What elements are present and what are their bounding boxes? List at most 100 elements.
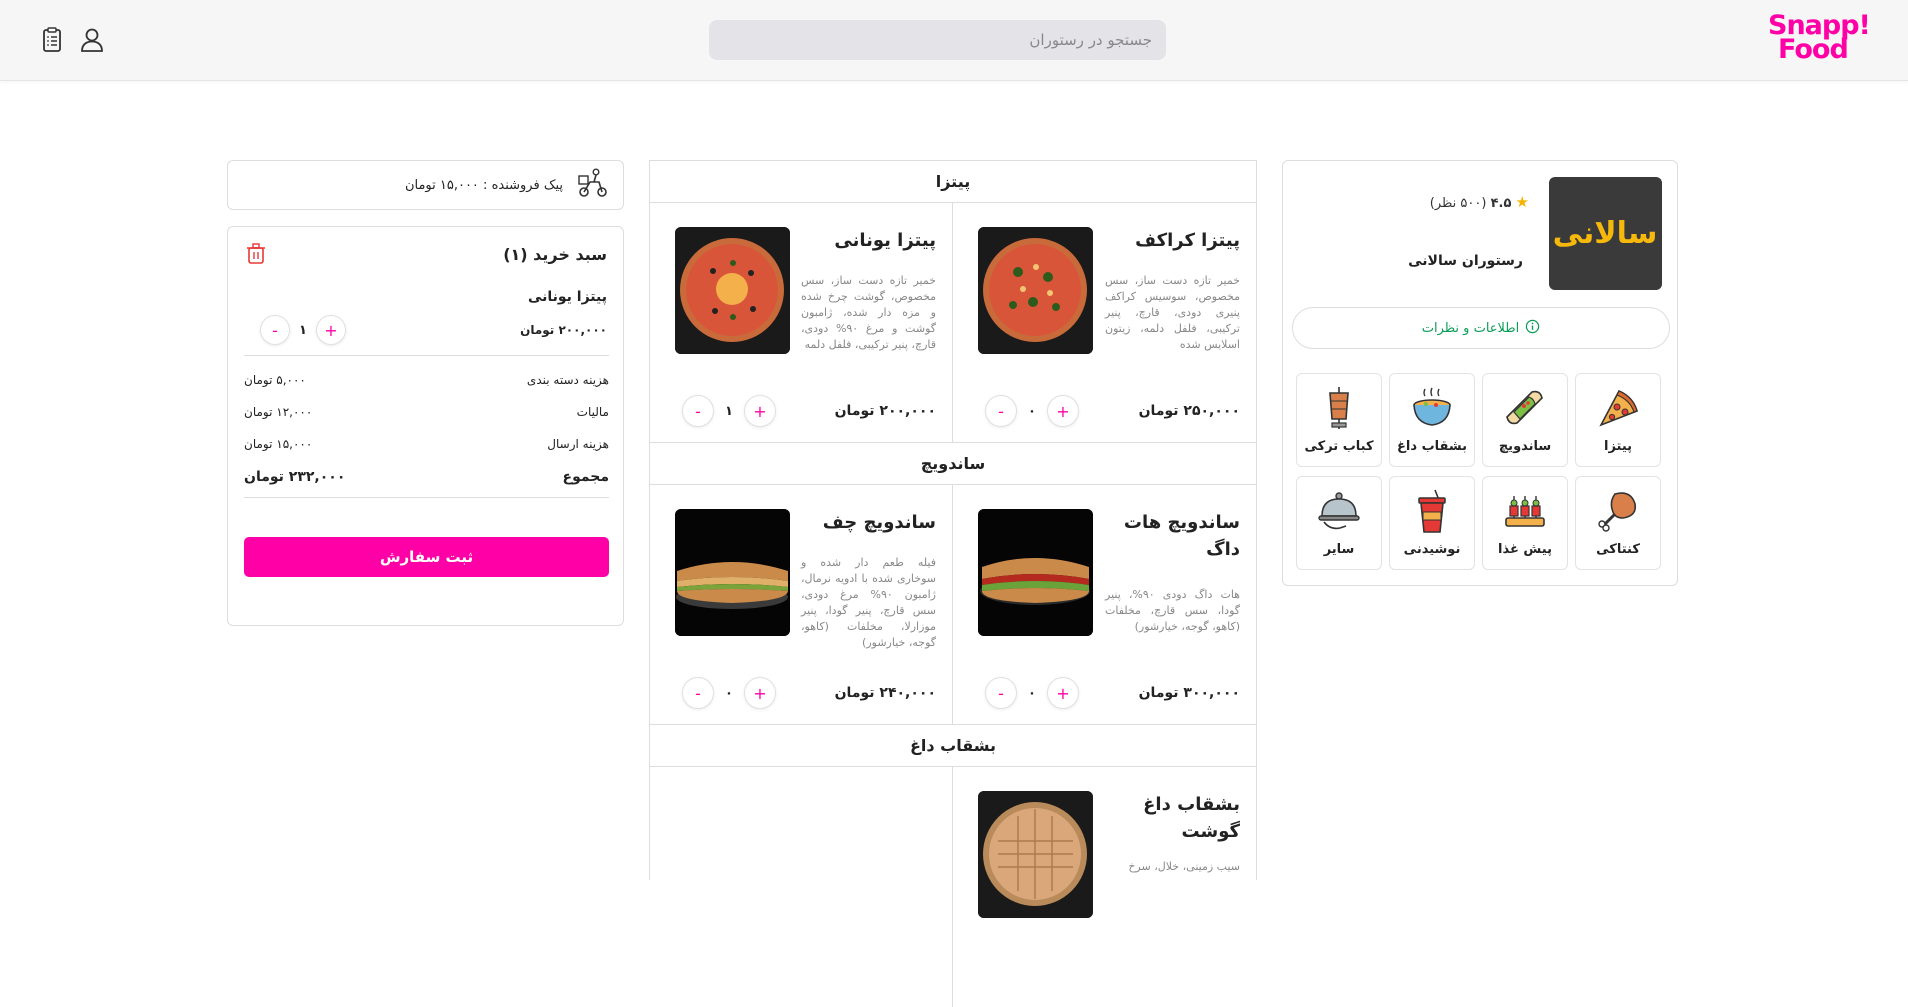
category-label: نوشیدنی (1403, 542, 1461, 557)
trash-icon[interactable] (246, 243, 266, 265)
item-image[interactable] (675, 509, 790, 636)
snappfood-logo[interactable]: Snapp! Food (1768, 12, 1871, 68)
orders-icon[interactable] (38, 26, 66, 54)
item-image[interactable] (978, 227, 1093, 354)
menu-item: ساندویچ هات داگ هات داگ دودی ۹۰%، پنیر گ… (953, 485, 1256, 725)
total-value: ۲۳۲,۰۰۰ تومان (244, 469, 346, 485)
item-price: ۲۴۰,۰۰۰ تومان (834, 685, 936, 701)
hot-plate-icon (1413, 387, 1451, 426)
fee-row: هزینه دسته بندی ۵,۰۰۰ تومان (244, 373, 609, 387)
quantity-stepper: - ۰ + (985, 677, 1079, 709)
fee-row: مالیات ۱۲,۰۰۰ تومان (244, 405, 609, 419)
drink-icon (1418, 489, 1446, 533)
quantity-value: ۰ (725, 685, 733, 701)
restaurant-logo: سالانی (1549, 177, 1662, 290)
section-title: بشقاب داغ (650, 725, 1256, 767)
review-count: (۵۰۰ نظر) (1429, 196, 1487, 211)
increase-button[interactable]: + (1047, 677, 1079, 709)
divider (244, 497, 609, 498)
logo-line-2: Food (1778, 34, 1849, 65)
info-button-label: اطلاعات و نظرات (1421, 320, 1520, 336)
restaurant-panel: سالانی ★ ۴.۵ (۵۰۰ نظر) رستوران سالانی اط… (1282, 160, 1678, 586)
menu-row: بشقاب داغ گوشت سیب زمینی، خلال، سرخ (650, 767, 1256, 1007)
category-drink[interactable]: نوشیدنی (1389, 476, 1475, 570)
cloche-icon (1318, 492, 1360, 530)
top-bar: Snapp! Food (0, 0, 1908, 81)
user-icon[interactable] (78, 26, 106, 54)
category-grid: پیتزا ساندویچ بشقاب داغ کباب ترکی کنتاکی… (1296, 373, 1661, 570)
category-sandwich[interactable]: ساندویچ (1482, 373, 1568, 467)
category-appetizer[interactable]: پیش غذا (1482, 476, 1568, 570)
quantity-value: ۰ (1028, 403, 1036, 419)
item-price: ۳۰۰,۰۰۰ تومان (1138, 685, 1240, 701)
category-other[interactable]: سایر (1296, 476, 1382, 570)
fee-value: ۱۲,۰۰۰ تومان (244, 405, 313, 419)
quantity-value: ۰ (1028, 685, 1036, 701)
fee-label: هزینه دسته بندی (526, 373, 609, 387)
category-label: پیتزا (1603, 439, 1633, 454)
menu-item: ساندویچ چف فیله طعم دار شده و سوخاری شده… (650, 485, 953, 725)
section-title: ساندویچ (650, 443, 1256, 485)
total-label: مجموع (562, 469, 609, 485)
divider (244, 355, 609, 356)
cart-quantity-stepper: + ۱ - (260, 315, 346, 345)
item-image[interactable] (675, 227, 790, 354)
restaurant-logo-text: سالانی (1553, 216, 1658, 251)
item-title: پیتزا کراکف (1135, 230, 1240, 251)
quantity-value: ۱ (725, 403, 733, 419)
menu-item: پیتزا یونانی خمیر تازه دست ساز، سس مخصوص… (650, 203, 953, 443)
item-description: خمیر تازه دست ساز، سس مخصوص، گوشت چرخ شد… (801, 274, 936, 351)
increase-button[interactable]: + (1047, 395, 1079, 427)
pizza-icon (1599, 389, 1638, 427)
category-label: کنتاکی (1596, 542, 1640, 557)
fee-row: هزینه ارسال ۱۵,۰۰۰ تومان (244, 437, 609, 451)
item-title: ساندویچ چف (822, 512, 936, 533)
item-title: بشقاب داغ گوشت (1143, 794, 1240, 842)
rating-value: ۴.۵ (1490, 196, 1512, 211)
menu-item-empty (650, 767, 953, 1007)
category-pizza[interactable]: پیتزا (1575, 373, 1661, 467)
total-row: مجموع ۲۳۲,۰۰۰ تومان (244, 469, 609, 485)
submit-order-button[interactable]: ثبت سفارش (244, 537, 609, 577)
doner-kebab-icon (1329, 387, 1349, 429)
increase-button[interactable]: + (744, 395, 776, 427)
cart-item-price: ۲۰۰,۰۰۰ تومان (520, 323, 607, 337)
sandwich-icon (1506, 390, 1543, 425)
menu-item: بشقاب داغ گوشت سیب زمینی، خلال، سرخ (953, 767, 1256, 1007)
category-hot-plate[interactable]: بشقاب داغ (1389, 373, 1475, 467)
cart-panel: سبد خرید (۱) پیتزا یونانی ۲۰۰,۰۰۰ تومان … (227, 226, 624, 626)
decrease-button[interactable]: - (260, 315, 290, 345)
section-title: پیتزا (650, 161, 1256, 203)
category-fried-chicken[interactable]: کنتاکی (1575, 476, 1661, 570)
fee-value: ۱۵,۰۰۰ تومان (244, 437, 313, 451)
item-price: ۲۵۰,۰۰۰ تومان (1138, 403, 1240, 419)
fee-value: ۵,۰۰۰ تومان (244, 373, 306, 387)
rating: ★ ۴.۵ (۵۰۰ نظر) (1430, 193, 1529, 211)
cart-item-name: پیتزا یونانی (527, 289, 607, 305)
item-price: ۲۰۰,۰۰۰ تومان (834, 403, 936, 419)
item-description: فیله طعم دار شده و سوخاری شده با ادویه ن… (801, 556, 936, 649)
search-input[interactable] (709, 20, 1166, 60)
fried-chicken-icon (1598, 492, 1637, 532)
category-label: کباب ترکی (1304, 439, 1374, 454)
category-label: سایر (1323, 542, 1355, 557)
menu-list: پیتزا پیتزا کراکف خمیر تازه دست ساز، سس … (649, 160, 1257, 1007)
decrease-button[interactable]: - (985, 395, 1017, 427)
item-title: پیتزا یونانی (834, 230, 936, 251)
decrease-button[interactable]: - (682, 677, 714, 709)
delivery-scooter-icon (577, 168, 609, 202)
item-image[interactable] (978, 509, 1093, 636)
increase-button[interactable]: + (744, 677, 776, 709)
courier-fee: پیک فروشنده : ۱۵,۰۰۰ تومان (404, 177, 563, 193)
menu-item: پیتزا کراکف خمیر تازه دست ساز، سس مخصوص،… (953, 203, 1256, 443)
item-image[interactable] (978, 791, 1093, 918)
info-reviews-button[interactable]: اطلاعات و نظرات (1292, 307, 1670, 349)
fee-label: هزینه ارسال (547, 437, 609, 451)
quantity-stepper: - ۰ + (682, 677, 776, 709)
cart-title: سبد خرید (۱) (503, 245, 607, 264)
increase-button[interactable]: + (316, 315, 346, 345)
decrease-button[interactable]: - (682, 395, 714, 427)
item-description: هات داگ دودی ۹۰%، پنیر گودا، سس قارچ، مخ… (1105, 588, 1240, 633)
category-doner[interactable]: کباب ترکی (1296, 373, 1382, 467)
decrease-button[interactable]: - (985, 677, 1017, 709)
